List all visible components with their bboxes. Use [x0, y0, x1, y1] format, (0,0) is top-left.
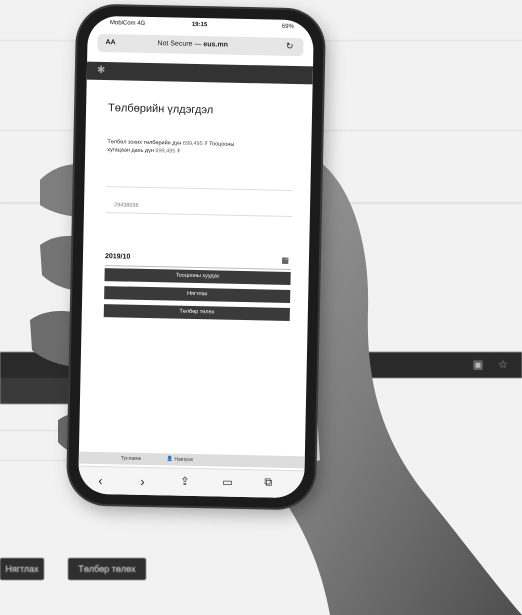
url-text: Not Secure — eus.mn	[157, 40, 228, 48]
notice-amount: 699,495 ₮	[182, 140, 208, 148]
footer-login-link[interactable]: 👤 Нэвтрэх	[167, 456, 194, 463]
customer-number-field[interactable]: 29438036	[114, 202, 139, 209]
phone-screen: MobiCom 4G 19:15 69% AA Not Secure — eus…	[78, 15, 314, 499]
site-logo-icon[interactable]: ✱	[97, 65, 106, 76]
browser-toolbar: ‹ › ⇪ ▭ ⧉	[78, 465, 305, 499]
carrier-label: MobiCom 4G	[109, 20, 146, 27]
calendar-icon[interactable]: ▦	[281, 256, 289, 265]
form-field-underline	[106, 186, 293, 192]
share-icon[interactable]: ⇪	[180, 475, 189, 488]
battery-level: 69%	[281, 23, 294, 30]
reconcile-button[interactable]: Нягтлах	[104, 286, 291, 303]
notice-text: Төлбөл зохих төлбөрийн дүн	[107, 139, 182, 147]
status-bar: MobiCom 4G 19:15 69%	[88, 16, 314, 35]
notice-amount: 699,495 ₮	[155, 148, 181, 155]
page-title: Төлбөрийн үлдэгдэл	[107, 102, 214, 117]
forward-icon[interactable]: ›	[140, 474, 145, 489]
url-security-label: Not Secure —	[157, 40, 202, 49]
footer-help-link[interactable]: Тусламж	[121, 455, 141, 461]
tabs-icon[interactable]: ⧉	[264, 476, 272, 489]
form-field-underline	[105, 212, 292, 217]
back-icon[interactable]: ‹	[98, 473, 103, 488]
url-domain: eus.mn	[203, 41, 228, 49]
text-size-button[interactable]: AA	[105, 39, 115, 46]
statement-button[interactable]: Тооцооны хуудас	[104, 268, 291, 285]
bookmarks-icon[interactable]: ▭	[222, 476, 233, 489]
address-bar[interactable]: AA Not Secure — eus.mn ↻	[97, 33, 304, 57]
pay-button[interactable]: Төлбөр төлөх	[103, 304, 290, 321]
site-header: ✱	[86, 61, 314, 85]
balance-notice: Төлбөл зохих төлбөрийн дүн 699,495 ₮ Тоо…	[107, 138, 293, 158]
period-date-value: 2019/10	[104, 253, 131, 261]
smartphone: MobiCom 4G 19:15 69% AA Not Secure — eus…	[67, 5, 325, 509]
status-time: 19:15	[191, 21, 208, 29]
reload-icon[interactable]: ↻	[286, 41, 294, 52]
notice-text: Тооцооны	[209, 141, 235, 148]
footer-login-label: Нэвтрэх	[174, 456, 194, 463]
notice-text: хугацаан дахь дүн	[107, 147, 154, 155]
